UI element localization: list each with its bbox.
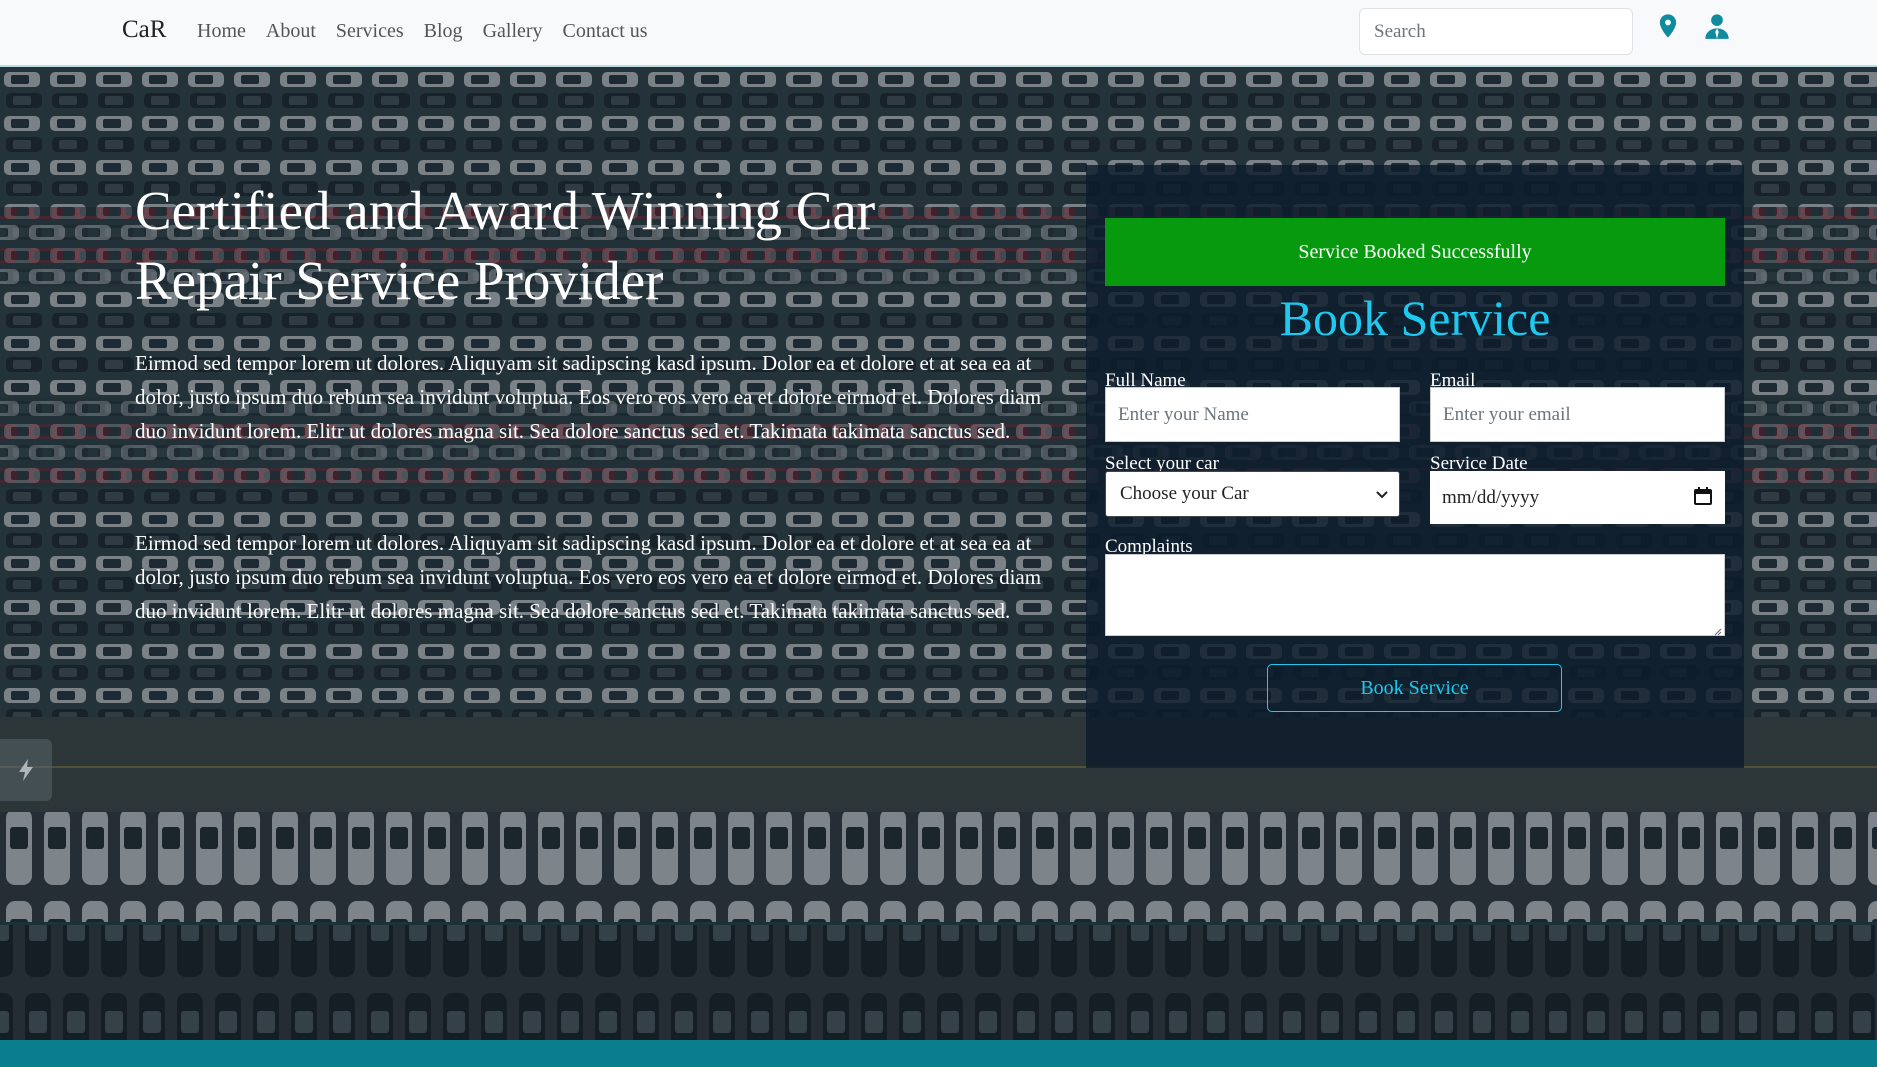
car-select[interactable]: Choose your Car xyxy=(1105,471,1400,517)
bolt-icon xyxy=(19,759,33,781)
nav-link-blog[interactable]: Blog xyxy=(424,20,463,43)
hero-paragraph-2: Eirmod sed tempor lorem ut dolores. Aliq… xyxy=(135,531,1042,623)
form-title: Book Service xyxy=(1279,290,1551,346)
chevron-down-icon xyxy=(1375,485,1389,499)
service-date-input[interactable]: mm/dd/yyyy xyxy=(1430,471,1725,524)
user-icon[interactable] xyxy=(1703,11,1731,41)
nav-link-about[interactable]: About xyxy=(266,20,316,43)
navbar: CaR Home About Services Blog Gallery Con… xyxy=(0,0,1877,67)
complaints-textarea[interactable] xyxy=(1105,554,1725,636)
success-alert: Service Booked Successfully xyxy=(1105,218,1725,286)
hero-section: Certified and Award Winning Car Repair S… xyxy=(0,67,1877,1040)
footer-strip xyxy=(0,1040,1877,1067)
nav-links: Home About Services Blog Gallery Contact… xyxy=(197,20,668,43)
nav-link-contact[interactable]: Contact us xyxy=(563,20,648,43)
nav-link-home[interactable]: Home xyxy=(197,20,246,43)
location-pin-icon[interactable] xyxy=(1654,11,1682,41)
nav-link-gallery[interactable]: Gallery xyxy=(483,20,543,43)
book-service-button[interactable]: Book Service xyxy=(1267,664,1562,712)
full-name-input[interactable] xyxy=(1105,387,1400,442)
hero-title: Certified and Award Winning Car Repair S… xyxy=(135,180,876,311)
calendar-icon[interactable] xyxy=(1693,486,1713,506)
brand-logo[interactable]: CaR xyxy=(122,16,166,44)
email-input[interactable] xyxy=(1430,387,1725,442)
car-select-value: Choose your Car xyxy=(1120,483,1249,504)
resize-grip-icon[interactable] xyxy=(1712,623,1722,636)
nav-link-services[interactable]: Services xyxy=(336,20,404,43)
side-settings-tab[interactable] xyxy=(0,739,52,801)
booking-form: Service Booked Successfully Book Service… xyxy=(1086,165,1744,768)
service-date-value: mm/dd/yyyy xyxy=(1442,487,1540,508)
hero-paragraph-1: Eirmod sed tempor lorem ut dolores. Aliq… xyxy=(135,351,1042,443)
search-input[interactable] xyxy=(1359,8,1633,55)
